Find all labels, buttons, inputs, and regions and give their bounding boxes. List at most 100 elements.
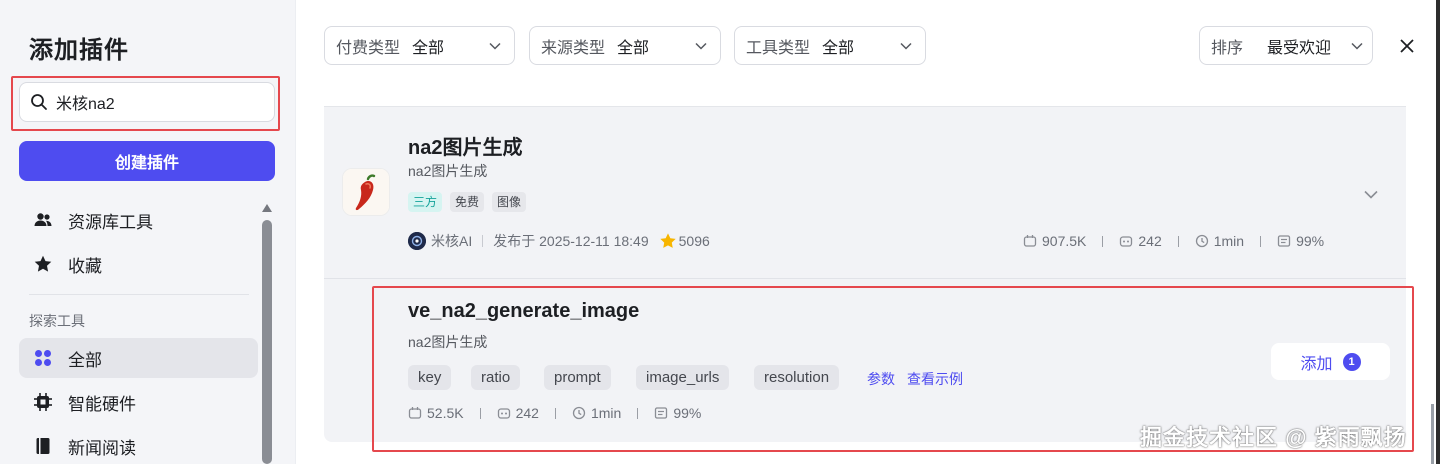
sidebar-item-label: 资源库工具 [68,212,153,232]
stat-latency: 1min [1195,233,1244,249]
params-link[interactable]: 参数 [867,369,895,389]
plugin-stats: 907.5K 242 1min 99% [1023,231,1324,251]
stat-success: 99% [654,405,701,421]
sidebar-item-smart-hardware[interactable]: 智能硬件 [19,382,258,422]
message-icon [1277,235,1291,247]
clock-icon [1195,234,1208,248]
divider [1102,235,1104,247]
plugin-meta: 米核AI 发布于 2025-12-11 18:49 5096 [408,231,710,251]
search-input[interactable] [56,93,256,111]
param-chip: ratio [471,365,521,390]
add-count-badge: 1 [1342,352,1361,371]
clock-icon [572,406,586,420]
filter-value: 全部 [822,39,855,57]
star-icon [659,233,676,248]
create-plugin-button[interactable]: 创建插件 [19,141,275,181]
divider [482,235,484,247]
stat-calls: 52.5K [408,405,464,421]
filter-source-type[interactable]: 来源类型 全部 [529,26,721,65]
grid-icon [35,350,51,366]
filter-tool-type[interactable]: 工具类型 全部 [734,26,926,65]
tag-price: 免费 [450,192,485,212]
book-icon [36,438,50,454]
chip-icon [34,393,52,411]
sort-select[interactable]: 排序 最受欢迎 [1199,26,1373,65]
param-chip: image_urls [636,365,730,390]
filter-value: 全部 [412,39,445,57]
stat-bots: 242 [1119,233,1162,249]
sort-value: 最受欢迎 [1267,39,1332,57]
publish-time: 发布于 2025-12-11 18:49 [493,233,649,249]
filter-payment-type[interactable]: 付费类型 全部 [324,26,515,65]
filter-value: 全部 [617,39,650,57]
stat-latency: 1min [572,405,621,421]
plugin-name[interactable]: na2图片生成 [408,131,522,160]
divider [637,407,639,419]
chili-pepper-icon [343,169,389,215]
message-icon [655,407,668,419]
tool-name: ve_na2_generate_image [408,300,640,322]
plugin-logo [342,168,390,216]
sidebar-item-all[interactable]: 全部 [19,338,258,378]
plugin-description: na2图片生成 [408,163,488,179]
sidebar-item-label: 全部 [68,350,102,370]
param-chip: prompt [544,365,611,390]
users-icon [34,213,52,226]
sort-label: 排序 [1211,39,1244,57]
sidebar-item-favorites[interactable]: 收藏 [19,244,258,284]
chevron-down-icon[interactable] [1362,185,1380,203]
chevron-down-icon [489,42,501,50]
stat-calls: 907.5K [1023,233,1086,249]
chevron-down-icon [1351,42,1363,50]
sidebar-item-news-reading[interactable]: 新闻阅读 [19,426,258,464]
filter-label: 来源类型 [541,39,606,57]
divider [324,278,1406,279]
stat-value: 99% [1296,233,1325,249]
divider [29,294,249,295]
calls-icon [408,407,422,419]
add-tool-button[interactable]: 添加 1 [1271,343,1390,380]
filter-label: 工具类型 [746,39,811,57]
chevron-down-icon [900,42,912,50]
divider [479,407,481,419]
stat-value: 1min [590,405,622,421]
search-icon [31,94,47,110]
param-chip: key [408,365,452,390]
sidebar: 添加插件 创建插件 资源库工具 收藏 探索工具 全部 智能硬件 新闻阅读 [0,0,296,464]
section-title: 探索工具 [29,313,85,329]
sidebar-scrollbar[interactable] [262,220,272,464]
view-example-link[interactable]: 查看示例 [907,369,963,389]
stat-bots: 242 [497,405,539,421]
calls-icon [1023,235,1037,247]
stat-value: 242 [515,405,539,421]
divider [1177,235,1179,247]
watermark: 掘金技术社区 @ 紫雨飘扬 [1140,425,1407,450]
param-chip: resolution [754,365,840,390]
sidebar-item-label: 智能硬件 [68,394,136,414]
stat-value: 242 [1138,233,1162,249]
add-label: 添加 [1300,355,1333,373]
divider [1260,235,1262,247]
star-icon [34,255,52,272]
bot-icon [1120,236,1133,247]
filter-label: 付费类型 [336,39,401,57]
author-name[interactable]: 米核AI [431,231,472,251]
search-box[interactable] [19,82,275,122]
author-avatar [408,232,426,250]
sidebar-item-label: 收藏 [68,256,102,276]
stat-value: 99% [673,405,702,421]
tool-stats: 52.5K 242 1min 99% [408,404,701,422]
sidebar-item-library-tools[interactable]: 资源库工具 [19,200,258,240]
divider [554,407,556,419]
tag-source: 三方 [408,192,443,212]
stat-success: 99% [1277,233,1324,249]
tag-category: 图像 [492,192,527,212]
favorite-count: 5096 [678,233,710,249]
scroll-up-arrow[interactable] [262,204,272,212]
page-title: 添加插件 [29,37,129,64]
stat-value: 1min [1213,233,1245,249]
stat-value: 907.5K [1042,233,1087,249]
close-icon[interactable] [1396,35,1418,57]
chevron-down-icon [695,42,707,50]
stat-value: 52.5K [427,405,464,421]
